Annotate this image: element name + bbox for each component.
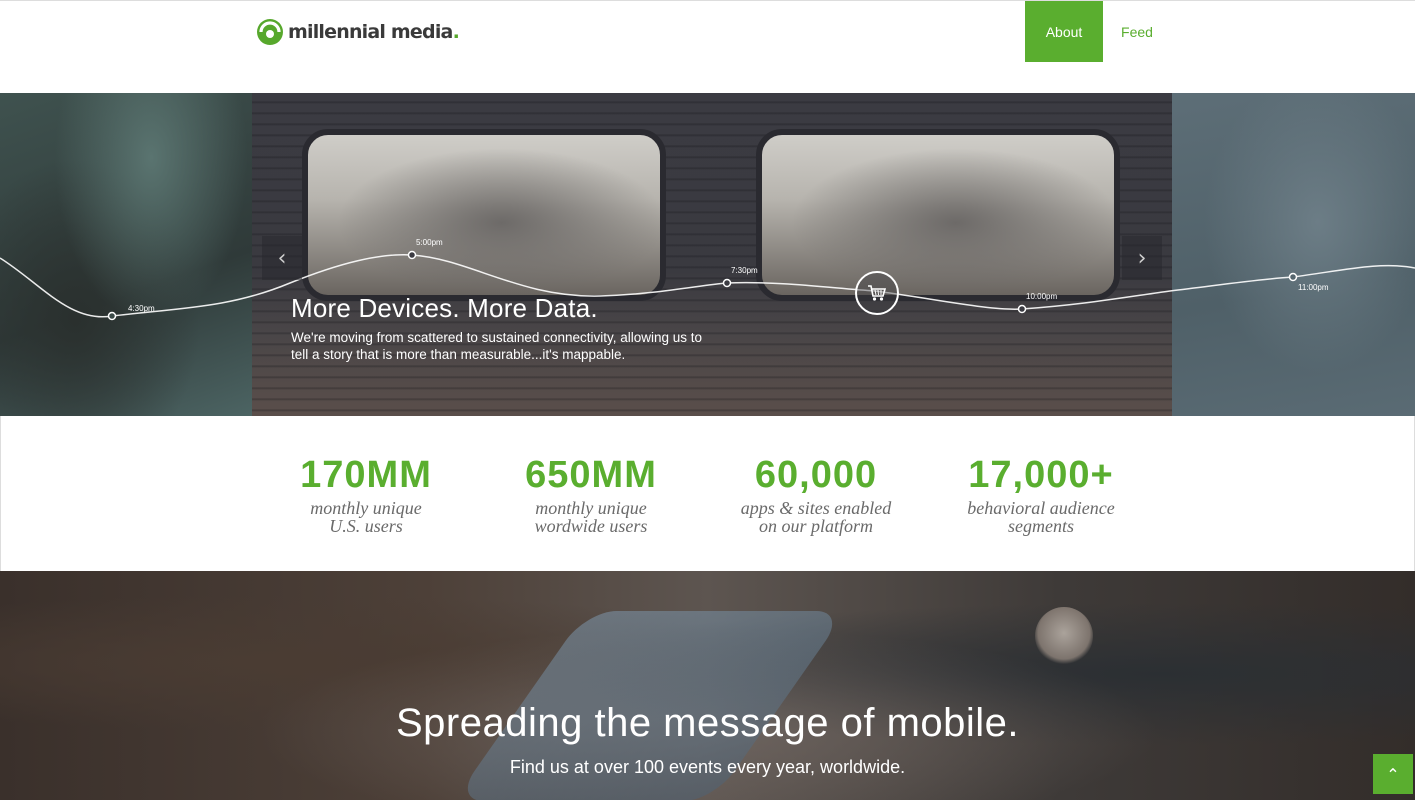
background-photo-mug: [1035, 607, 1093, 665]
stat-label: monthly unique U.S. users: [310, 498, 422, 536]
events-subtitle: Find us at over 100 events every year, w…: [509, 757, 906, 777]
stats-section: 170MM monthly unique U.S. users 650MM mon…: [0, 416, 1415, 571]
chevron-left-icon: ‹: [277, 245, 287, 271]
hero-title: More Devices. More Data.: [291, 293, 598, 323]
chevron-up-icon: ⌃: [1386, 764, 1400, 784]
stat-label: monthly unique wordwide users: [534, 498, 648, 536]
timeline-line: [0, 250, 1415, 321]
logo-text: millennial media.: [288, 21, 460, 43]
timeline-label: 5:00pm: [416, 238, 443, 247]
timeline-label: 11:00pm: [1298, 283, 1329, 292]
slider-prev-button[interactable]: ‹: [262, 236, 302, 280]
stat-item: 17,000+ behavioral audience segments: [946, 454, 1136, 535]
hero-subtitle: We're moving from scattered to sustained…: [291, 330, 703, 362]
slider-next-button[interactable]: ›: [1122, 236, 1162, 280]
chevron-right-icon: ›: [1137, 245, 1147, 271]
events-title: Spreading the message of mobile.: [395, 701, 1020, 745]
stat-value: 17,000+: [968, 454, 1114, 496]
shopping-cart-icon[interactable]: [855, 271, 899, 315]
stat-label: behavioral audience segments: [967, 498, 1115, 536]
main-nav: About Feed: [1025, 1, 1171, 62]
stat-value: 170MM: [300, 454, 432, 496]
stat-item: 650MM monthly unique wordwide users: [496, 454, 686, 535]
timeline-label: 10:00pm: [1026, 292, 1058, 301]
stat-value: 60,000: [754, 454, 878, 496]
scroll-to-top-button[interactable]: ⌃: [1373, 754, 1413, 794]
stat-label: apps & sites enabled on our platform: [740, 498, 892, 536]
timeline-label: 4:30pm: [128, 304, 155, 313]
shopping-cart-glyph-icon: [868, 285, 887, 301]
hero-slider: 4:30pm 5:00pm 7:30pm 10:00pm 11:00pm Mor…: [0, 93, 1415, 416]
site-header: millennial media. About Feed: [0, 0, 1415, 93]
events-section: Spreading the message of mobile. Find us…: [0, 571, 1415, 800]
stat-value: 650MM: [525, 454, 657, 496]
nav-feed[interactable]: Feed: [1103, 1, 1171, 62]
stat-item: 60,000 apps & sites enabled on our platfo…: [721, 454, 911, 535]
stat-item: 170MM monthly unique U.S. users: [271, 454, 461, 535]
timeline-label: 7:30pm: [731, 266, 758, 275]
logo[interactable]: millennial media.: [256, 17, 460, 47]
nav-about[interactable]: About: [1025, 1, 1103, 62]
logo-mark-icon: [257, 19, 283, 45]
